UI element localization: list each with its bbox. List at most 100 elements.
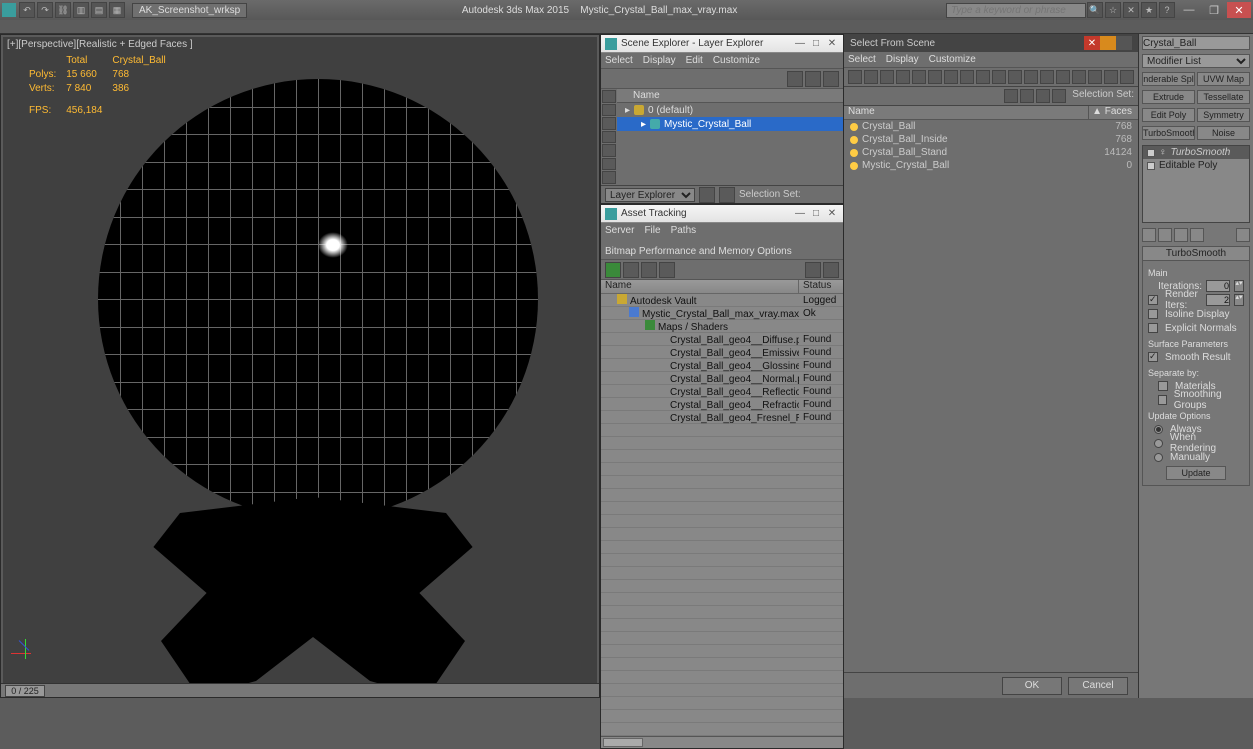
asset-list-header[interactable]: Name Status bbox=[601, 280, 843, 294]
render-iters-checkbox[interactable] bbox=[1148, 295, 1158, 305]
asset-row[interactable]: Autodesk VaultLogged bbox=[601, 294, 843, 307]
sfs-filter-icon[interactable] bbox=[1072, 70, 1086, 84]
layer-new-icon[interactable] bbox=[719, 187, 735, 203]
timeline[interactable]: 0 / 225 bbox=[1, 683, 599, 697]
sfs-filter-icon[interactable] bbox=[976, 70, 990, 84]
smooth-result-checkbox[interactable] bbox=[1148, 352, 1158, 362]
shape-filter-icon[interactable] bbox=[602, 104, 616, 117]
scene-explorer-tree[interactable]: Name ▸ 0 (default) ▸ Mystic_Crystal_Ball bbox=[617, 89, 843, 185]
timeline-cursor[interactable]: 0 / 225 bbox=[5, 685, 45, 697]
sfs-filter-icon[interactable] bbox=[1040, 70, 1054, 84]
visibility-bulb-icon[interactable] bbox=[850, 162, 858, 170]
light-filter-icon[interactable] bbox=[602, 117, 616, 130]
sfs-filter-icon[interactable] bbox=[1088, 70, 1102, 84]
asset-row[interactable]: Crystal_Ball_geo4_Fresnel_Reflection.png… bbox=[601, 411, 843, 424]
asset-row[interactable]: Mystic_Crystal_Ball_max_vray.maxOk bbox=[601, 307, 843, 320]
search-input[interactable] bbox=[946, 3, 1086, 18]
geom-filter-icon[interactable] bbox=[602, 90, 616, 103]
sfs-filter-icon[interactable] bbox=[880, 70, 894, 84]
asset-row[interactable]: Crystal_Ball_geo4__Reflection.pngFound bbox=[601, 385, 843, 398]
sfs-filter-icon[interactable] bbox=[960, 70, 974, 84]
asset-hscroll[interactable] bbox=[601, 736, 843, 748]
sfs-filter-icon[interactable] bbox=[864, 70, 878, 84]
maximize-button[interactable]: ❐ bbox=[1202, 2, 1226, 18]
modifier-stack[interactable]: ♀ TurboSmooth Editable Poly bbox=[1142, 145, 1250, 223]
stack-bulb-icon[interactable] bbox=[1147, 162, 1155, 170]
menu-customize[interactable]: Customize bbox=[713, 55, 760, 66]
manually-radio[interactable] bbox=[1154, 453, 1163, 462]
scene-explorer-menu[interactable]: Select Display Edit Customize bbox=[601, 53, 843, 69]
project-icon[interactable]: ▦ bbox=[109, 2, 125, 18]
at-tool-icon[interactable] bbox=[623, 262, 639, 278]
tessellate-button[interactable]: Tessellate bbox=[1197, 90, 1250, 104]
menu-edit[interactable]: Edit bbox=[686, 55, 703, 66]
pin-stack-icon[interactable] bbox=[1142, 228, 1156, 242]
redo-icon[interactable]: ↷ bbox=[37, 2, 53, 18]
crystal-ball-stand-mesh[interactable] bbox=[123, 497, 503, 697]
asset-row[interactable]: Maps / Shaders bbox=[601, 320, 843, 333]
workspace-selector[interactable]: AK_Screenshot_wrksp bbox=[132, 3, 247, 18]
helper-filter-icon[interactable] bbox=[602, 144, 616, 157]
rollout-title[interactable]: TurboSmooth bbox=[1143, 247, 1249, 261]
when-rendering-radio[interactable] bbox=[1154, 439, 1163, 448]
asset-row[interactable]: Crystal_Ball_geo4__Diffuse.pngFound bbox=[601, 333, 843, 346]
minimize-button[interactable]: — bbox=[1177, 2, 1201, 18]
sfs-row[interactable]: Mystic_Crystal_Ball0 bbox=[844, 159, 1138, 172]
render-iters-spinner[interactable]: ▴▾ bbox=[1234, 294, 1244, 306]
unique-icon[interactable] bbox=[1174, 228, 1188, 242]
sfs-filter-icon[interactable] bbox=[1120, 70, 1134, 84]
sfs-filter-icon[interactable] bbox=[896, 70, 910, 84]
menu-file[interactable]: File bbox=[644, 225, 660, 236]
sfs-filter-icon[interactable] bbox=[928, 70, 942, 84]
sfs-filter-icon[interactable] bbox=[1024, 70, 1038, 84]
ok-button[interactable]: OK bbox=[1002, 677, 1062, 695]
help-icon[interactable]: ? bbox=[1159, 2, 1175, 18]
configure-icon[interactable] bbox=[1236, 228, 1250, 242]
filter-icon[interactable] bbox=[805, 71, 821, 87]
symmetry-button[interactable]: Symmetry bbox=[1197, 108, 1250, 122]
smoothing-groups-checkbox[interactable] bbox=[1158, 395, 1167, 405]
asset-row[interactable]: Crystal_Ball_geo4__Glossiness.pngFound bbox=[601, 359, 843, 372]
scene-explorer-titlebar[interactable]: Scene Explorer - Layer Explorer — □ ✕ bbox=[601, 35, 843, 53]
sfs-close-icon[interactable]: ✕ bbox=[1084, 36, 1100, 50]
modifier-list-select[interactable]: Modifier List bbox=[1142, 54, 1250, 68]
sfs-list-header[interactable]: Name ▲ Faces bbox=[844, 106, 1138, 120]
sfs-filter-icon[interactable] bbox=[1104, 70, 1118, 84]
explorer-mode-select[interactable]: Layer Explorer bbox=[605, 188, 695, 202]
sfs-list-icon[interactable] bbox=[1036, 89, 1050, 103]
undo-icon[interactable]: ↶ bbox=[19, 2, 35, 18]
panel-close-icon[interactable]: ✕ bbox=[825, 207, 839, 221]
at-tool3-icon[interactable] bbox=[659, 262, 675, 278]
favorites-icon[interactable]: ★ bbox=[1141, 2, 1157, 18]
find-icon[interactable] bbox=[787, 71, 803, 87]
explicit-normals-checkbox[interactable] bbox=[1148, 323, 1158, 333]
layer-sync-icon[interactable] bbox=[699, 187, 715, 203]
renderable-spline-button[interactable]: nderable Spl bbox=[1142, 72, 1195, 86]
refresh-icon[interactable] bbox=[605, 262, 621, 278]
at-tool2-icon[interactable] bbox=[641, 262, 657, 278]
asset-row[interactable]: Crystal_Ball_geo4__Normal.pngFound bbox=[601, 372, 843, 385]
sfs-tree-icon[interactable] bbox=[1052, 89, 1066, 103]
materials-checkbox[interactable] bbox=[1158, 381, 1168, 391]
edit-poly-button[interactable]: Edit Poly bbox=[1142, 108, 1195, 122]
menu-display[interactable]: Display bbox=[643, 55, 676, 66]
noise-button[interactable]: Noise bbox=[1197, 126, 1250, 140]
visibility-bulb-icon[interactable] bbox=[850, 123, 858, 131]
update-button[interactable]: Update bbox=[1166, 466, 1226, 480]
sfs-filter-icon[interactable] bbox=[944, 70, 958, 84]
exchange-icon[interactable]: ✕ bbox=[1123, 2, 1139, 18]
display-icon[interactable] bbox=[823, 71, 839, 87]
visibility-bulb-icon[interactable] bbox=[850, 136, 858, 144]
cancel-button[interactable]: Cancel bbox=[1068, 677, 1128, 695]
sfs-globe-icon[interactable] bbox=[1020, 89, 1034, 103]
menu-bitmap[interactable]: Bitmap Performance and Memory Options bbox=[605, 246, 792, 257]
camera-filter-icon[interactable] bbox=[602, 131, 616, 144]
close-button[interactable]: ✕ bbox=[1227, 2, 1251, 18]
tree-item-mystic[interactable]: ▸ Mystic_Crystal_Ball bbox=[617, 117, 843, 131]
sfs-filter-icon[interactable] bbox=[848, 70, 862, 84]
sfs-row[interactable]: Crystal_Ball768 bbox=[844, 120, 1138, 133]
comm-icon[interactable]: ☆ bbox=[1105, 2, 1121, 18]
panel-maximize-icon[interactable]: □ bbox=[809, 37, 823, 51]
sfs-menu[interactable]: Select Display Customize bbox=[844, 52, 1138, 68]
asset-tracking-titlebar[interactable]: Asset Tracking — □ ✕ bbox=[601, 205, 843, 223]
